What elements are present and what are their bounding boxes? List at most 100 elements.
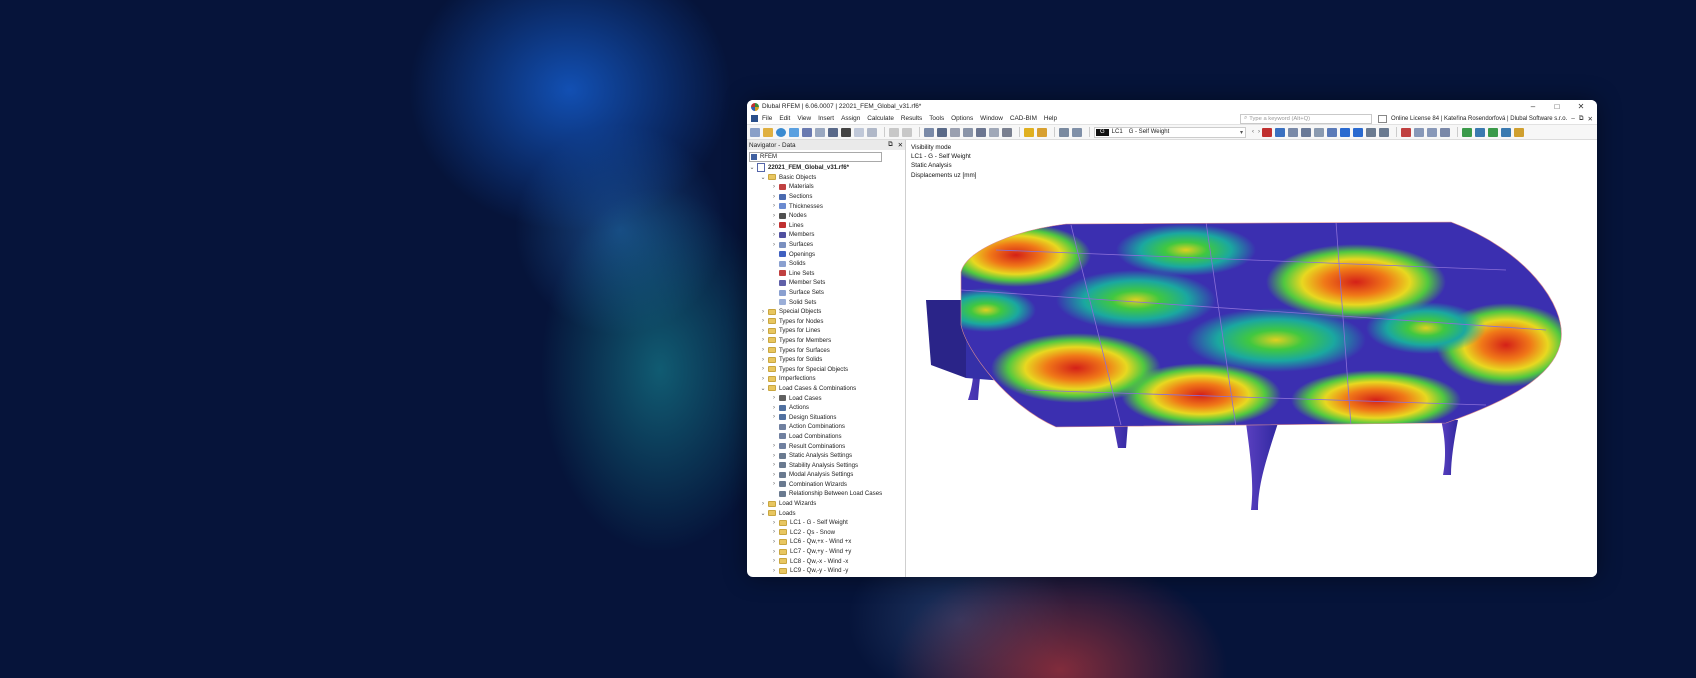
chevron-right-icon[interactable]: ›: [771, 568, 777, 574]
app-menu-icon[interactable]: [751, 115, 758, 122]
chevron-right-icon[interactable]: ›: [760, 347, 766, 353]
calculate-icon[interactable]: [1059, 127, 1069, 137]
chevron-right-icon[interactable]: ›: [760, 337, 766, 343]
chevron-right-icon[interactable]: ›: [760, 501, 766, 507]
tree-item[interactable]: Line Sets: [747, 269, 905, 279]
chevron-down-icon[interactable]: ⌄: [760, 385, 766, 392]
solid-view-icon[interactable]: [1427, 127, 1437, 137]
doc-close-button[interactable]: ✕: [1588, 115, 1593, 123]
chevron-down-icon[interactable]: ⌄: [749, 164, 755, 171]
tree-item[interactable]: Relationship Between Load Cases: [747, 489, 905, 499]
render-icon[interactable]: [1002, 127, 1012, 137]
deformation-icon[interactable]: [1288, 127, 1298, 137]
tree-item[interactable]: › Design Situations: [747, 412, 905, 422]
guide-icon[interactable]: [1514, 127, 1524, 137]
tree-item[interactable]: Solids: [747, 259, 905, 269]
y-view-icon[interactable]: [1379, 127, 1389, 137]
results-icon[interactable]: [1072, 127, 1082, 137]
tree-item[interactable]: › Types for Members: [747, 336, 905, 346]
tree-item[interactable]: › Members: [747, 230, 905, 240]
clear-icon[interactable]: [1401, 127, 1411, 137]
chevron-down-icon[interactable]: ⌄: [760, 174, 766, 181]
chevron-right-icon[interactable]: ›: [771, 242, 777, 248]
chevron-right-icon[interactable]: ›: [771, 481, 777, 487]
tree-item[interactable]: › LC8 - Qw,-x - Wind -x: [747, 556, 905, 566]
tree-item[interactable]: › Combination Wizards: [747, 480, 905, 490]
tree-item[interactable]: › LC1 - G - Self Weight: [747, 518, 905, 528]
coordinate-icon[interactable]: [1488, 127, 1498, 137]
visibility-icon[interactable]: [1037, 127, 1047, 137]
table-view-icon[interactable]: [937, 127, 947, 137]
tree-item[interactable]: › Types for Lines: [747, 326, 905, 336]
load-case-selector[interactable]: G LC1 G - Self Weight ▾: [1094, 126, 1246, 138]
snap-object-icon[interactable]: [1475, 127, 1485, 137]
menu-results[interactable]: Results: [901, 115, 922, 122]
tree-item[interactable]: › LC9 - Qw,-y - Wind -y: [747, 566, 905, 576]
tree-item[interactable]: › Result Combinations: [747, 441, 905, 451]
menu-edit[interactable]: Edit: [779, 115, 790, 122]
chevron-right-icon[interactable]: ›: [771, 549, 777, 555]
menu-file[interactable]: File: [762, 115, 772, 122]
chevron-right-icon[interactable]: ›: [771, 443, 777, 449]
menu-calculate[interactable]: Calculate: [867, 115, 894, 122]
tree-item[interactable]: › Surfaces: [747, 240, 905, 250]
tree-item[interactable]: › Special Objects: [747, 307, 905, 317]
chevron-right-icon[interactable]: ›: [771, 232, 777, 238]
tree-item[interactable]: › Load Wizards: [747, 499, 905, 509]
result-values-icon[interactable]: [1262, 127, 1272, 137]
chevron-right-icon[interactable]: ›: [760, 376, 766, 382]
tree-item[interactable]: Member Sets: [747, 278, 905, 288]
doc-restore-button[interactable]: ⧉: [1579, 115, 1584, 123]
save-icon[interactable]: [802, 127, 812, 137]
chevron-right-icon[interactable]: ›: [771, 213, 777, 219]
pin-button[interactable]: ⧉: [888, 141, 893, 149]
snap-grid-icon[interactable]: [1462, 127, 1472, 137]
tree-item[interactable]: Openings: [747, 249, 905, 259]
tree-item[interactable]: ⌄ Basic Objects: [747, 173, 905, 183]
menu-options[interactable]: Options: [951, 115, 973, 122]
section-view-icon[interactable]: [1314, 127, 1324, 137]
tree-item[interactable]: › Sections: [747, 192, 905, 202]
printout-icon[interactable]: [867, 127, 877, 137]
tree-item[interactable]: › Stability Analysis Settings: [747, 460, 905, 470]
tree-item[interactable]: › Actions: [747, 403, 905, 413]
tree-item[interactable]: › Imperfections: [747, 374, 905, 384]
chevron-right-icon[interactable]: ›: [771, 194, 777, 200]
doc-minimize-button[interactable]: –: [1571, 115, 1575, 122]
navigator-filter[interactable]: RFEM: [749, 152, 882, 162]
tree-item[interactable]: › Load Cases: [747, 393, 905, 403]
menu-insert[interactable]: Insert: [818, 115, 834, 122]
redo-icon[interactable]: [902, 127, 912, 137]
online-icon[interactable]: [776, 127, 786, 137]
chevron-right-icon[interactable]: ›: [771, 472, 777, 478]
tree-item[interactable]: Surface Sets: [747, 288, 905, 298]
print-icon[interactable]: [841, 127, 851, 137]
tree-item[interactable]: › Lines: [747, 221, 905, 231]
tree-item[interactable]: ›LC10 - CIT Self Weight: [747, 576, 905, 578]
axis-icon[interactable]: [1501, 127, 1511, 137]
chevron-right-icon[interactable]: ›: [771, 558, 777, 564]
menu-view[interactable]: View: [797, 115, 811, 122]
chevron-right-icon[interactable]: ›: [771, 520, 777, 526]
model-info-icon[interactable]: [815, 127, 825, 137]
close-button[interactable]: ✕: [1569, 100, 1593, 113]
window-layout-icon[interactable]: [976, 127, 986, 137]
chevron-right-icon[interactable]: ›: [760, 357, 766, 363]
save-as-icon[interactable]: [828, 127, 838, 137]
tree-item[interactable]: Action Combinations: [747, 422, 905, 432]
data-view-icon[interactable]: [924, 127, 934, 137]
tree-item[interactable]: › Types for Solids: [747, 355, 905, 365]
wireframe-icon[interactable]: [1440, 127, 1450, 137]
maximize-button[interactable]: □: [1545, 100, 1569, 113]
tree-item[interactable]: › Types for Nodes: [747, 317, 905, 327]
display-mode-icon[interactable]: [1024, 127, 1034, 137]
tree-item[interactable]: › Nodes: [747, 211, 905, 221]
tree-item[interactable]: ⌄ 22021_FEM_Global_v31.rf6*: [747, 163, 905, 173]
split-view-icon[interactable]: [950, 127, 960, 137]
support-reactions-icon[interactable]: [1301, 127, 1311, 137]
tree-item[interactable]: › Static Analysis Settings: [747, 451, 905, 461]
model-viewport[interactable]: Visibility mode LC1 - G - Self Weight St…: [906, 140, 1597, 577]
chevron-down-icon[interactable]: ⌄: [760, 510, 766, 517]
menu-tools[interactable]: Tools: [929, 115, 944, 122]
tree-item[interactable]: › Materials: [747, 182, 905, 192]
